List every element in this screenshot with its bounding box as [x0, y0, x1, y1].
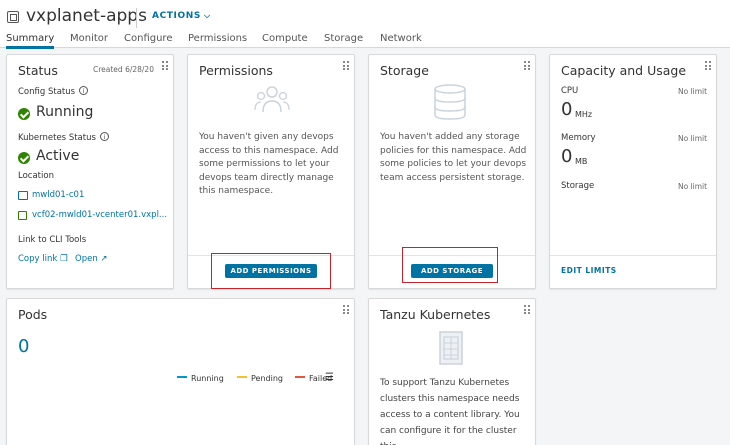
- tab-monitor[interactable]: Monitor: [70, 33, 108, 44]
- kubernetes-status-value: Active: [36, 148, 80, 164]
- cli-tools-label: Link to CLI Tools: [18, 235, 87, 245]
- legend-running-swatch: [177, 376, 187, 378]
- memory-value: 0: [561, 146, 573, 167]
- actions-label: ACTIONS: [152, 11, 201, 21]
- cluster-link[interactable]: mwld01-c01: [32, 190, 84, 200]
- config-status-label-text: Config Status: [18, 87, 76, 97]
- storage-label: Storage: [561, 181, 595, 191]
- check-circle-icon: [18, 108, 30, 120]
- pods-card: Pods 0 Running Pending Failed ☰: [6, 298, 355, 445]
- config-status-value: Running: [36, 104, 94, 120]
- location-label: Location: [18, 171, 54, 181]
- legend-running-label: Running: [191, 374, 224, 383]
- status-card-title: Status: [18, 63, 58, 78]
- kubernetes-status-label: Kubernetes Status i: [18, 132, 109, 143]
- header-divider: [136, 8, 137, 28]
- pods-card-title: Pods: [18, 307, 48, 322]
- highlight-box: [211, 253, 331, 289]
- info-icon[interactable]: i: [79, 86, 89, 95]
- namespace-header: vxplanet-apps ACTIONS ⌵ Summary Monitor C…: [0, 0, 730, 49]
- highlight-box: [402, 247, 498, 283]
- storage-card-title: Storage: [380, 63, 429, 78]
- drag-handle-icon[interactable]: [524, 305, 530, 315]
- config-status-label: Config Status i: [18, 86, 89, 97]
- permissions-card-title: Permissions: [199, 63, 273, 78]
- copy-link-button[interactable]: Copy link ❐: [18, 254, 68, 264]
- external-link-icon: ↗: [100, 254, 108, 264]
- tab-network[interactable]: Network: [380, 33, 422, 44]
- database-icon: [434, 84, 466, 120]
- storage-limit: No limit: [678, 182, 708, 191]
- vcenter-icon: [18, 211, 27, 220]
- tab-permissions[interactable]: Permissions: [188, 33, 247, 44]
- open-link-button[interactable]: Open ↗: [75, 254, 108, 264]
- legend-pending-swatch: [237, 376, 247, 378]
- actions-menu-button[interactable]: ACTIONS ⌵: [152, 11, 211, 21]
- cpu-label: CPU: [561, 86, 579, 96]
- legend-pending: Pending: [237, 374, 283, 383]
- cpu-limit: No limit: [678, 87, 708, 96]
- drag-handle-icon[interactable]: [343, 61, 349, 71]
- tab-storage[interactable]: Storage: [324, 33, 363, 44]
- namespace-icon: [7, 11, 19, 23]
- open-link-text: Open: [75, 254, 98, 264]
- memory-limit: No limit: [678, 134, 708, 143]
- legend-running: Running: [177, 374, 224, 383]
- legend-pending-label: Pending: [251, 374, 283, 383]
- cpu-value: 0: [561, 99, 573, 120]
- tanzu-card: Tanzu Kubernetes To support Tanzu Kubern…: [368, 298, 536, 445]
- tanzu-card-title: Tanzu Kubernetes: [380, 307, 491, 322]
- capacity-card: Capacity and Usage CPU No limit 0 MHz Me…: [549, 54, 717, 289]
- edit-limits-button[interactable]: EDIT LIMITS: [561, 266, 617, 275]
- info-icon[interactable]: i: [99, 132, 109, 141]
- chevron-down-icon: ⌵: [203, 11, 211, 20]
- memory-unit: MB: [575, 157, 588, 166]
- created-date: Created 6/28/20: [93, 65, 154, 74]
- cluster-icon: [18, 191, 28, 200]
- vcenter-link[interactable]: vcf02-mwld01-vcenter01.vxpl...: [32, 210, 167, 220]
- check-circle-icon: [18, 152, 30, 164]
- copy-link-text: Copy link: [18, 254, 58, 264]
- kubernetes-status-label-text: Kubernetes Status: [18, 133, 96, 143]
- status-card: Status Created 6/28/20 Config Status i Ru…: [6, 54, 174, 289]
- page-title: vxplanet-apps: [26, 6, 147, 26]
- tab-compute[interactable]: Compute: [262, 33, 308, 44]
- storage-empty-text: You haven't added any storage policies f…: [380, 132, 527, 183]
- legend-menu-icon[interactable]: ☰: [325, 372, 334, 383]
- library-icon: [439, 331, 463, 365]
- pods-count: 0: [18, 336, 30, 357]
- tab-summary[interactable]: Summary: [6, 33, 55, 49]
- capacity-card-title: Capacity and Usage: [561, 63, 687, 78]
- legend-failed-swatch: [295, 376, 305, 378]
- permissions-empty-text: You haven't given any devops access to t…: [199, 132, 339, 196]
- drag-handle-icon[interactable]: [162, 61, 168, 71]
- users-icon: [254, 86, 290, 113]
- drag-handle-icon[interactable]: [705, 61, 711, 71]
- tanzu-description: To support Tanzu Kubernetes clusters thi…: [380, 378, 520, 445]
- drag-handle-icon[interactable]: [343, 305, 349, 315]
- drag-handle-icon[interactable]: [524, 61, 530, 71]
- cpu-unit: MHz: [575, 110, 593, 119]
- copy-icon: ❐: [60, 254, 68, 264]
- memory-label: Memory: [561, 133, 596, 143]
- tab-configure[interactable]: Configure: [124, 33, 172, 44]
